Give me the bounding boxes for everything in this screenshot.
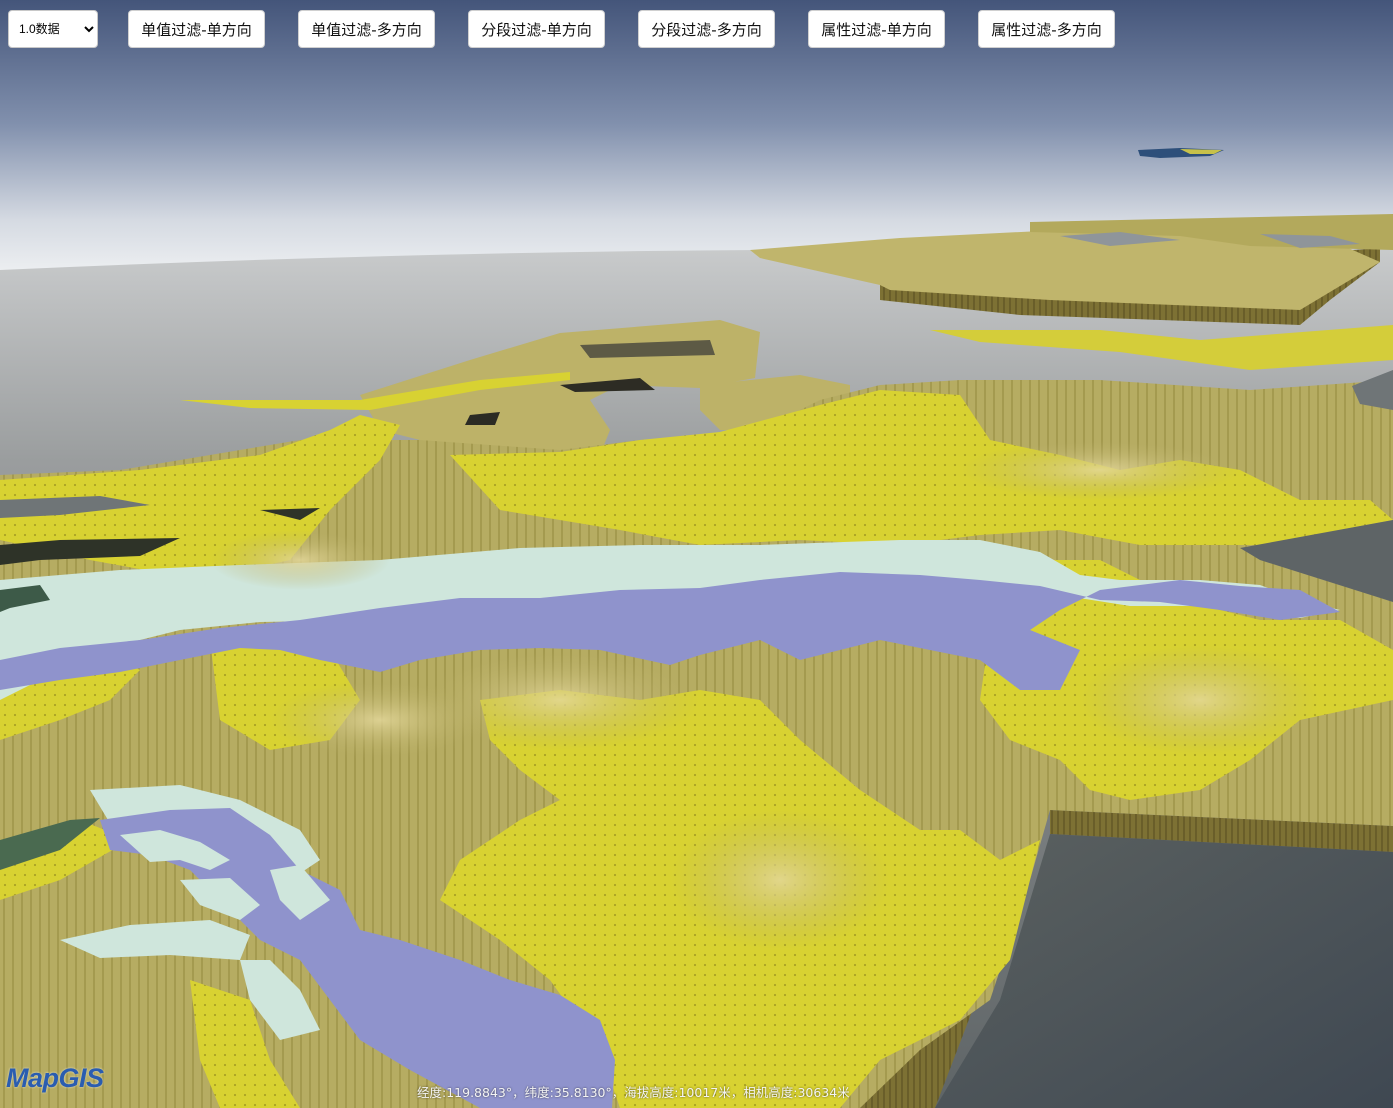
single-value-filter-multi-direction-button[interactable]: 单值过滤-多方向 bbox=[298, 10, 435, 48]
mapgis-logo: MapGIS bbox=[6, 1063, 104, 1093]
attribute-filter-multi-direction-button[interactable]: 属性过滤-多方向 bbox=[978, 10, 1115, 48]
data-version-select[interactable]: 1.0数据 bbox=[8, 10, 98, 48]
toolbar: 1.0数据 单值过滤-单方向 单值过滤-多方向 分段过滤-单方向 分段过滤-多方… bbox=[0, 0, 1393, 60]
segment-filter-multi-direction-button[interactable]: 分段过滤-多方向 bbox=[638, 10, 775, 48]
attribute-filter-one-direction-button[interactable]: 属性过滤-单方向 bbox=[808, 10, 945, 48]
single-value-filter-one-direction-button[interactable]: 单值过滤-单方向 bbox=[128, 10, 265, 48]
map-3d-scene[interactable] bbox=[0, 0, 1393, 1108]
coordinate-status-readout: 经度:119.8843°，纬度:35.8130°，海拔高度:10017米，相机高… bbox=[417, 1085, 850, 1100]
near-terrain bbox=[0, 370, 1393, 1108]
segment-filter-one-direction-button[interactable]: 分段过滤-单方向 bbox=[468, 10, 605, 48]
